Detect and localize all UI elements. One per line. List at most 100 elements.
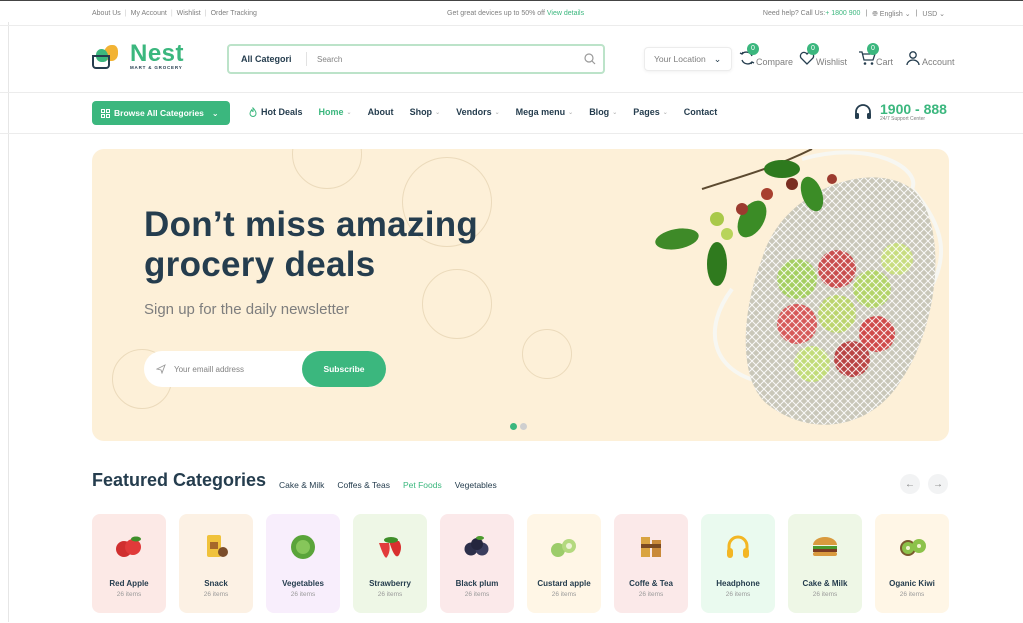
tab-cake-milk[interactable]: Cake & Milk xyxy=(279,480,324,490)
category-name: Custard apple xyxy=(537,579,591,588)
cart-icon: 0 xyxy=(858,43,879,67)
promo-text: Get great devices up to 50% off xyxy=(447,10,545,17)
nav-contact-label: Contact xyxy=(683,107,718,117)
search-input[interactable]: Search xyxy=(307,55,577,64)
logo[interactable]: Nest MART & GROCERY xyxy=(92,42,184,73)
plum-icon xyxy=(440,530,514,564)
top-right-tools: Need help? Call Us:+ 1800 900 | 🌐︎ Engli… xyxy=(762,10,945,19)
grid-icon xyxy=(101,108,110,118)
burger-icon xyxy=(788,530,862,564)
currency-value: USD xyxy=(922,11,938,18)
language-select[interactable]: 🌐︎ English ⌄ xyxy=(872,10,910,19)
category-count: 26 items xyxy=(464,591,490,598)
prev-arrow-button[interactable]: ← xyxy=(900,474,920,494)
category-card[interactable]: Vegetables 26 items xyxy=(266,514,340,613)
chevron-down-icon: ⌄ xyxy=(346,109,352,116)
tab-coffes-teas[interactable]: Coffes & Teas xyxy=(337,480,390,490)
category-count: 26 items xyxy=(203,591,229,598)
subscribe-button[interactable]: Subscribe xyxy=(302,351,386,387)
nav-blog[interactable]: Blog ⌄ xyxy=(589,107,617,117)
account-button[interactable]: Account xyxy=(904,49,955,67)
nav-links: Hot Deals Home ⌄ About Shop ⌄ Vendors ⌄ Meg… xyxy=(248,107,733,117)
chevron-down-icon: ⌄ xyxy=(211,108,219,118)
send-icon xyxy=(156,364,166,374)
wishlist-count-badge: 0 xyxy=(807,43,819,55)
language-value: English xyxy=(879,11,903,18)
category-card[interactable]: Coffe & Tea 26 items xyxy=(614,514,688,613)
strawberry-icon xyxy=(353,530,427,564)
chevron-down-icon: ⌄ xyxy=(713,53,722,64)
cart-count-badge: 0 xyxy=(867,43,879,55)
search-icon[interactable] xyxy=(577,53,603,65)
category-count: 26 items xyxy=(725,591,751,598)
nav-shop-label: Shop xyxy=(409,107,433,117)
currency-select[interactable]: USD ⌄ xyxy=(922,10,945,19)
snack-icon xyxy=(179,530,253,564)
carousel-dot-1[interactable] xyxy=(510,423,517,430)
hero-headline: Don’t miss amazing grocery deals xyxy=(144,205,478,285)
headphone-icon xyxy=(701,530,775,564)
order-tracking-link[interactable]: Order Tracking xyxy=(211,10,257,17)
nav-vendors-label: Vendors xyxy=(456,107,492,117)
browse-categories-button[interactable]: Browse All Categories ⌄ xyxy=(92,101,230,125)
view-details-link[interactable]: View details xyxy=(547,10,584,17)
compare-button[interactable]: 0 Compare xyxy=(738,43,794,67)
nav-pages[interactable]: Pages ⌄ xyxy=(633,107,668,117)
nav-shop[interactable]: Shop ⌄ xyxy=(410,107,441,117)
decor-circle xyxy=(292,149,362,189)
category-card[interactable]: Custard apple 26 items xyxy=(527,514,601,613)
category-card[interactable]: Red Apple 26 items xyxy=(92,514,166,613)
category-name: Coffe & Tea xyxy=(629,579,673,588)
support-hotline[interactable]: 1900 - 888 24/7 Support Center xyxy=(853,102,947,122)
account-label: Account xyxy=(922,57,955,67)
help-phone[interactable]: + 1800 900 xyxy=(825,10,860,17)
chevron-down-icon: ⌄ xyxy=(568,109,574,116)
tab-pet-foods[interactable]: Pet Foods xyxy=(403,480,442,490)
featured-tabs: Cake & Milk Coffes & Teas Pet Foods Vege… xyxy=(279,480,497,490)
promo-message: Get great devices up to 50% off View det… xyxy=(447,10,584,17)
category-name: Black plum xyxy=(455,579,499,588)
category-card[interactable]: Snack 26 items xyxy=(179,514,253,613)
cart-label: Cart xyxy=(876,57,894,67)
carousel-dot-2[interactable] xyxy=(520,423,527,430)
location-value: Your Location xyxy=(654,54,706,64)
nav-pages-label: Pages xyxy=(633,107,660,117)
wishlist-link[interactable]: Wishlist xyxy=(177,10,201,17)
hero-banner: Don’t miss amazing grocery deals Sign up … xyxy=(92,149,949,441)
logo-icon xyxy=(92,43,128,73)
nav-about-label: About xyxy=(367,107,394,117)
nav-vendors[interactable]: Vendors ⌄ xyxy=(456,107,500,117)
search-category-select[interactable]: All Categori xyxy=(229,52,307,66)
tab-vegetables[interactable]: Vegetables xyxy=(455,480,497,490)
category-card[interactable]: Black plum 26 items xyxy=(440,514,514,613)
nav-home-label: Home xyxy=(318,107,344,117)
nav-home[interactable]: Home ⌄ xyxy=(319,107,352,117)
category-name: Headphone xyxy=(716,579,760,588)
about-us-link[interactable]: About Us xyxy=(92,10,121,17)
category-card[interactable]: Headphone 26 items xyxy=(701,514,775,613)
my-account-link[interactable]: My Account xyxy=(131,10,167,17)
nav-hot-deals[interactable]: Hot Deals xyxy=(248,107,303,117)
nav-contact[interactable]: Contact xyxy=(684,107,718,117)
category-card[interactable]: Cake & Milk 26 items xyxy=(788,514,862,613)
nav-mega-menu-label: Mega menu xyxy=(515,107,566,117)
nav-mega-menu[interactable]: Mega menu ⌄ xyxy=(516,107,574,117)
category-card[interactable]: Strawberry 26 items xyxy=(353,514,427,613)
category-name: Oganic Kiwi xyxy=(889,579,935,588)
category-card[interactable]: Oganic Kiwi 26 items xyxy=(875,514,949,613)
wishlist-button[interactable]: 0 Wishlist xyxy=(798,43,847,67)
top-bar: About Us | My Account | Wishlist | Order Tr… xyxy=(0,0,1023,26)
next-arrow-button[interactable]: → xyxy=(928,474,948,494)
heart-icon: 0 xyxy=(798,43,819,67)
category-cards: Red Apple 26 items Snack 26 items Vegeta… xyxy=(92,514,949,613)
category-count: 26 items xyxy=(116,591,142,598)
chevron-down-icon: ⌄ xyxy=(662,109,668,116)
nav-about[interactable]: About xyxy=(368,107,394,117)
compare-label: Compare xyxy=(756,57,794,67)
fruit-bag-illustration xyxy=(655,149,943,425)
location-select[interactable]: Your Location ⌄ xyxy=(644,47,732,71)
hero-line-2: grocery deals xyxy=(144,245,376,284)
custard-apple-icon xyxy=(527,530,601,564)
top-links: About Us | My Account | Wishlist | Order Tr… xyxy=(92,10,257,17)
cart-button[interactable]: 0 Cart xyxy=(858,43,894,67)
